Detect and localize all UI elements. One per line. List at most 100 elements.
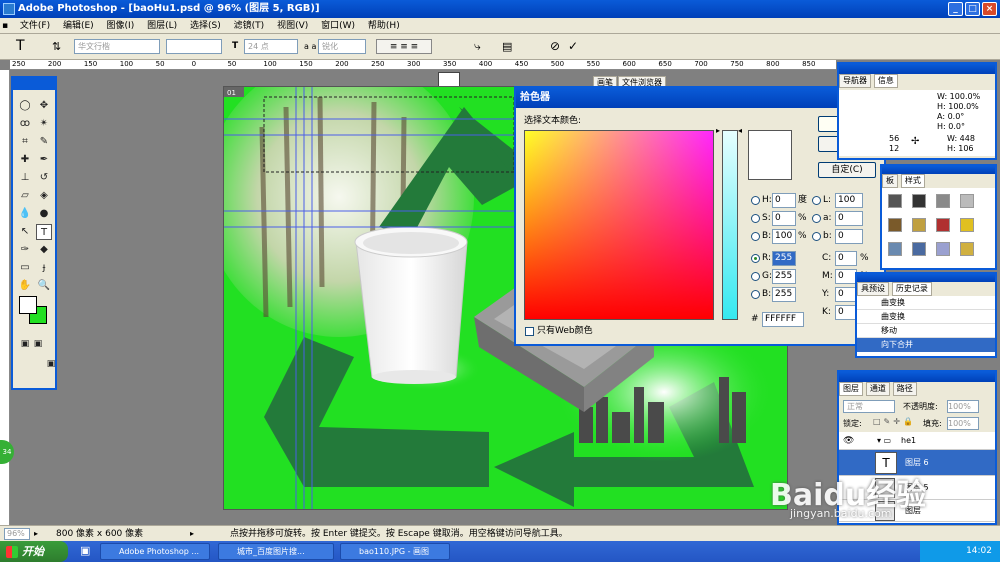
field-y[interactable]: 0 — [835, 287, 857, 302]
lasso-tool-icon[interactable]: ꝏ — [17, 116, 33, 132]
radio-r[interactable] — [751, 254, 760, 263]
tab-paths[interactable]: 路径 — [892, 382, 917, 396]
field-c[interactable]: 0 — [835, 251, 857, 266]
radio-g[interactable] — [751, 272, 760, 281]
screen-mode-icon[interactable]: ▣ — [30, 336, 46, 352]
color-field[interactable] — [524, 130, 714, 320]
close-button[interactable]: × — [982, 2, 997, 16]
eraser-tool-icon[interactable]: ▱ — [17, 188, 33, 204]
task-paint[interactable]: bao110.JPG - 画图 — [340, 543, 450, 560]
style-swatch[interactable] — [888, 194, 902, 208]
style-swatch[interactable] — [936, 218, 950, 232]
move-tool-icon[interactable]: ✥ — [36, 98, 52, 114]
menu-file[interactable]: 文件(F) — [15, 18, 55, 34]
radio-blue[interactable] — [751, 290, 760, 299]
foreground-color-swatch[interactable] — [19, 296, 37, 314]
tab-info[interactable]: 信息 — [873, 74, 898, 88]
menu-view[interactable]: 视图(V) — [272, 18, 313, 34]
menu-select[interactable]: 选择(S) — [185, 18, 226, 34]
history-item-current[interactable]: 向下合并 — [857, 338, 995, 352]
cancel-edit-icon[interactable]: ⊘ — [550, 39, 560, 54]
history-item[interactable]: 移动 — [857, 324, 995, 338]
style-swatch[interactable] — [936, 242, 950, 256]
start-button[interactable]: 开始 — [0, 541, 68, 562]
menu-image[interactable]: 图像(I) — [102, 18, 140, 34]
dodge-tool-icon[interactable]: ● — [36, 206, 52, 222]
zoom-field[interactable]: 96% — [4, 528, 30, 540]
field-s[interactable]: 0 — [772, 211, 796, 226]
menu-filter[interactable]: 滤镜(T) — [229, 18, 270, 34]
antialias-select[interactable]: 锐化 — [318, 39, 366, 54]
palettes-icon[interactable]: ▤ — [502, 39, 512, 54]
tab-layers[interactable]: 图层 — [839, 382, 863, 396]
style-swatch[interactable] — [888, 242, 902, 256]
radio-a[interactable] — [812, 214, 821, 223]
quicklaunch-icon[interactable]: ▣ — [80, 544, 90, 557]
warp-text-icon[interactable]: ⤷ — [474, 39, 481, 54]
blend-mode-select[interactable]: 正常 — [843, 400, 895, 413]
history-brush-icon[interactable]: ↺ — [36, 170, 52, 186]
hue-slider-right-arrow[interactable]: ◂ — [738, 126, 742, 135]
style-swatch[interactable] — [960, 242, 974, 256]
style-swatch[interactable] — [960, 194, 974, 208]
marquee-tool-icon[interactable]: ◯ — [17, 98, 33, 114]
radio-s[interactable] — [751, 214, 760, 223]
opacity-field[interactable]: 100% — [947, 400, 979, 413]
field-b[interactable]: 100 — [772, 229, 796, 244]
font-family-select[interactable]: 华文行楷 — [74, 39, 160, 54]
task-photoshop[interactable]: Adobe Photoshop ... — [100, 543, 210, 560]
style-swatch[interactable] — [960, 218, 974, 232]
type-tool-icon[interactable]: T — [16, 39, 25, 54]
custom-button[interactable]: 自定(C) — [818, 162, 876, 178]
eye-icon[interactable]: 👁 — [843, 432, 854, 450]
menu-help[interactable]: 帮助(H) — [363, 18, 405, 34]
style-swatch[interactable] — [912, 242, 926, 256]
fill-field[interactable]: 100% — [947, 417, 979, 430]
side-badge[interactable]: 34 — [0, 440, 14, 464]
slice-tool-icon[interactable]: ✎ — [36, 134, 52, 150]
minimize-button[interactable]: _ — [948, 2, 963, 16]
task-browser[interactable]: 城市_百度图片搜... — [218, 543, 334, 560]
hex-field[interactable]: FFFFFF — [762, 312, 804, 327]
field-l[interactable]: 100 — [835, 193, 863, 208]
notes-tool-icon[interactable]: ▭ — [17, 260, 33, 276]
text-orientation-icon[interactable]: ⇅ — [52, 39, 61, 54]
hue-slider-left-arrow[interactable]: ▸ — [716, 126, 720, 135]
align-buttons[interactable]: ≡ ≡ ≡ — [376, 39, 432, 54]
commit-edit-icon[interactable]: ✓ — [568, 39, 578, 54]
imageready-icon[interactable]: ▣ — [43, 356, 59, 372]
menu-edit[interactable]: 编辑(E) — [58, 18, 99, 34]
radio-h[interactable] — [751, 196, 760, 205]
lock-icons[interactable]: □✎✛🔒 — [873, 417, 916, 426]
field-h[interactable]: 0 — [772, 193, 796, 208]
tab-history[interactable]: 历史记录 — [891, 282, 932, 296]
field-m[interactable]: 0 — [835, 269, 857, 284]
field-a[interactable]: 0 — [835, 211, 863, 226]
menu-window[interactable]: 窗口(W) — [316, 18, 360, 34]
paint-bucket-icon[interactable]: ◈ — [36, 188, 52, 204]
history-item[interactable]: 曲变换 — [857, 296, 995, 310]
shape-tool-icon[interactable]: ◆ — [36, 242, 52, 258]
field-lab-b[interactable]: 0 — [835, 229, 863, 244]
style-swatch[interactable] — [912, 194, 926, 208]
field-blue[interactable]: 255 — [772, 287, 796, 302]
style-swatch[interactable] — [912, 218, 926, 232]
menu-layer[interactable]: 图层(L) — [142, 18, 182, 34]
tab-tool-presets[interactable]: 具预设 — [857, 282, 889, 296]
field-r[interactable]: 255 — [772, 251, 796, 266]
type-tool-icon[interactable]: T — [36, 224, 52, 240]
zoom-tool-icon[interactable]: 🔍 — [36, 278, 52, 294]
font-style-select[interactable] — [166, 39, 222, 54]
font-size-select[interactable]: 24 点 — [244, 39, 298, 54]
radio-lab-b[interactable] — [812, 232, 821, 241]
radio-l[interactable] — [812, 196, 821, 205]
healing-brush-icon[interactable]: ✚ — [17, 152, 33, 168]
maximize-button[interactable]: □ — [965, 2, 980, 16]
style-swatch[interactable] — [888, 218, 902, 232]
radio-b[interactable] — [751, 232, 760, 241]
eyedropper-icon[interactable]: ɟ — [36, 260, 52, 276]
clone-stamp-icon[interactable]: ⊥ — [17, 170, 33, 186]
style-swatch[interactable] — [936, 194, 950, 208]
tab-styles[interactable]: 样式 — [900, 174, 925, 188]
web-only-checkbox[interactable] — [525, 327, 534, 336]
